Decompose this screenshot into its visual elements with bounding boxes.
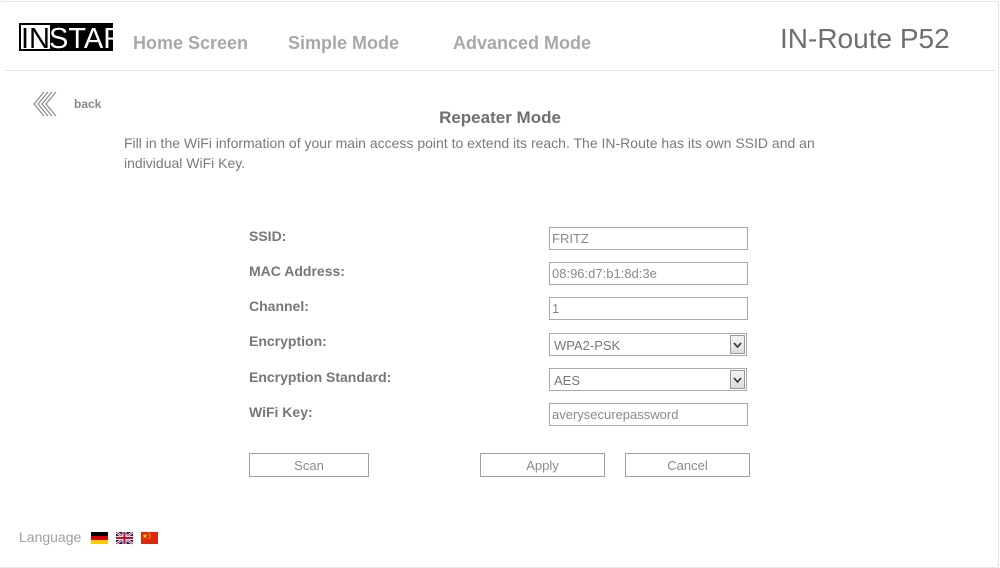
header-divider xyxy=(5,70,995,71)
nav-advanced-mode[interactable]: Advanced Mode xyxy=(453,33,591,54)
page-title: Repeater Mode xyxy=(439,108,561,127)
logo-graphic: IN STAR xyxy=(19,23,113,51)
instar-logo[interactable]: IN STAR xyxy=(19,23,113,51)
chevron-down-icon xyxy=(730,335,745,354)
apply-button[interactable]: Apply xyxy=(480,453,605,477)
page-frame xyxy=(1,1,999,568)
wifi-key-input[interactable] xyxy=(549,403,748,426)
encryption-standard-select[interactable]: AES xyxy=(549,368,747,391)
uk-flag-icon[interactable] xyxy=(116,530,133,546)
logo-star-text: STAR xyxy=(49,23,113,51)
encryption-label: Encryption: xyxy=(249,333,327,349)
nav-home-screen[interactable]: Home Screen xyxy=(133,33,248,54)
encryption-select-value: WPA2-PSK xyxy=(554,338,621,353)
language-label: Language xyxy=(19,529,82,545)
cancel-button[interactable]: Cancel xyxy=(625,453,750,477)
encryption-standard-select-value: AES xyxy=(554,373,581,388)
page-description: Fill in the WiFi information of your mai… xyxy=(124,135,815,171)
chevron-down-icon xyxy=(730,370,745,389)
channel-label: Channel: xyxy=(249,298,309,314)
german-flag-icon[interactable] xyxy=(91,530,108,546)
product-name: IN-Route P52 xyxy=(780,23,950,54)
mac-address-input[interactable] xyxy=(549,262,748,285)
encryption-standard-label: Encryption Standard: xyxy=(249,369,392,385)
ssid-label: SSID: xyxy=(249,228,287,244)
channel-input[interactable] xyxy=(549,297,748,320)
mac-address-label: MAC Address: xyxy=(249,263,345,279)
wifi-key-label: WiFi Key: xyxy=(249,404,313,420)
logo-in-text: IN xyxy=(21,23,50,51)
china-flag-icon[interactable] xyxy=(141,530,158,546)
scan-button[interactable]: Scan xyxy=(249,453,369,477)
nav-simple-mode[interactable]: Simple Mode xyxy=(288,33,399,54)
ssid-input[interactable] xyxy=(549,227,748,250)
encryption-select[interactable]: WPA2-PSK xyxy=(549,333,747,356)
